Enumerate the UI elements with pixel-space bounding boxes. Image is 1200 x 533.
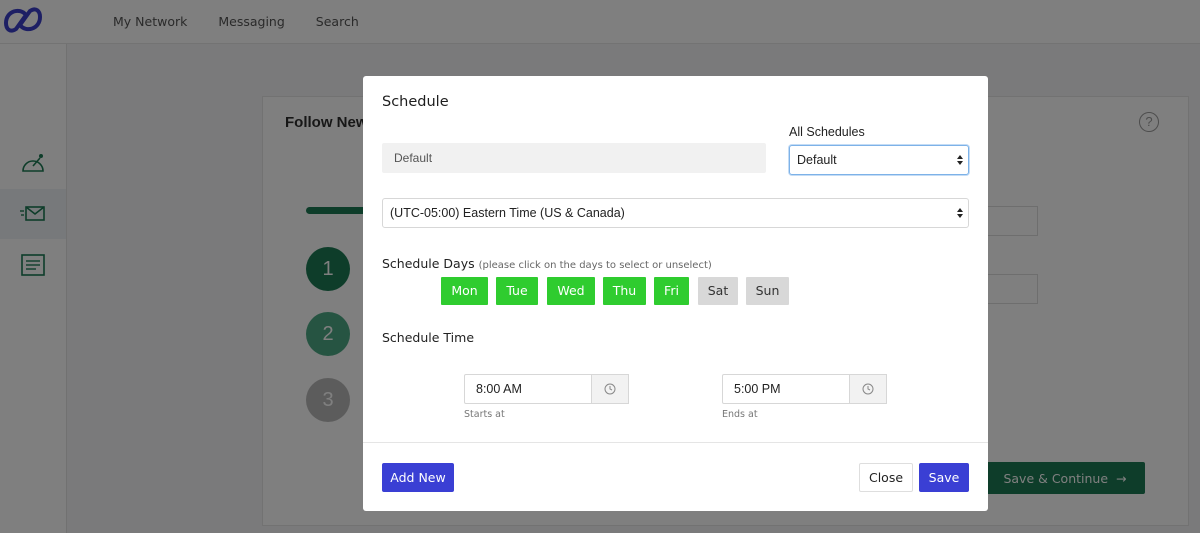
start-time-input[interactable]: 8:00 AM [464,374,592,404]
day-tue[interactable]: Tue [496,277,538,305]
day-thu[interactable]: Thu [603,277,646,305]
all-schedules-selected-value: Default [797,153,837,167]
modal-divider [363,442,988,443]
clock-icon [604,383,616,395]
schedule-time-label: Schedule Time [382,330,475,345]
timezone-select[interactable]: (UTC-05:00) Eastern Time (US & Canada) [382,198,969,228]
clock-icon [862,383,874,395]
day-sat[interactable]: Sat [698,277,738,305]
all-schedules-select[interactable]: Default [789,145,969,175]
timezone-selected-value: (UTC-05:00) Eastern Time (US & Canada) [390,206,625,220]
start-time-picker-button[interactable] [592,374,629,404]
select-arrows-icon [957,208,963,218]
schedule-modal: Schedule All Schedules Default Default (… [363,76,988,511]
ends-at-caption: Ends at [722,409,758,420]
schedule-days-label: Schedule Days (please click on the days … [382,256,712,271]
starts-at-caption: Starts at [464,409,505,420]
day-wed[interactable]: Wed [547,277,595,305]
all-schedules-label: All Schedules [789,125,865,139]
save-button[interactable]: Save [919,463,969,492]
modal-title: Schedule [382,94,449,110]
close-button[interactable]: Close [859,463,913,492]
end-time-input[interactable]: 5:00 PM [722,374,850,404]
schedule-days-hint: (please click on the days to select or u… [478,260,712,271]
add-new-button[interactable]: Add New [382,463,454,492]
day-fri[interactable]: Fri [654,277,689,305]
day-mon[interactable]: Mon [441,277,488,305]
select-arrows-icon [957,155,963,165]
day-sun[interactable]: Sun [746,277,789,305]
end-time-picker-button[interactable] [850,374,887,404]
schedule-name-input[interactable]: Default [382,143,766,173]
